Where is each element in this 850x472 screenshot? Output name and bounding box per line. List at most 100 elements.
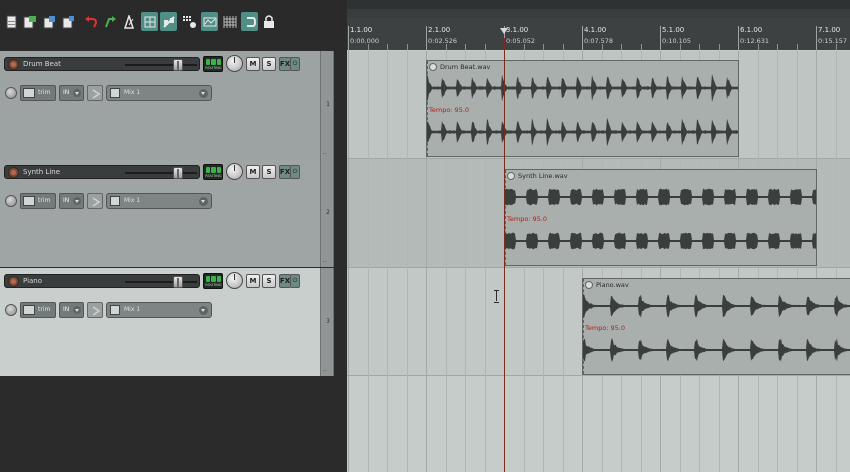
volume-fader-handle[interactable] [173, 167, 183, 179]
phase-knob[interactable] [5, 195, 17, 207]
fx-bypass-icon[interactable]: ⏻ [290, 57, 300, 71]
mute-button[interactable]: M [246, 165, 260, 179]
record-arm-button[interactable] [8, 167, 19, 178]
save-project-icon[interactable] [40, 12, 57, 31]
item-properties-icon[interactable] [429, 63, 437, 71]
waveform [427, 117, 738, 147]
arrange-view[interactable]: 1.1.00 0:00.000 2.1.00 0:02.526 3.1.00 0:05.0… [347, 0, 850, 472]
track-name-field[interactable]: Synth Line [4, 165, 200, 179]
mute-button[interactable]: M [246, 57, 260, 71]
volume-fader-track[interactable] [125, 172, 197, 174]
record-arm-button[interactable] [8, 276, 19, 287]
new-project-icon[interactable] [3, 12, 20, 31]
media-item[interactable]: Synth Line.wav Tempo: 95.0 [504, 169, 817, 266]
ruler-top-bar [347, 0, 850, 9]
undo-icon[interactable] [82, 12, 99, 31]
media-item[interactable]: Piano.wav Tempo: 95.0 [582, 278, 850, 375]
envelope-icon[interactable] [201, 12, 218, 31]
envelope-icon [23, 196, 35, 206]
chevron-down-icon[interactable] [73, 89, 81, 97]
track-panel[interactable]: Synth Line ROUTING M S FX ⏻ trim IN Mix … [0, 159, 347, 267]
chevron-down-icon[interactable] [199, 89, 208, 98]
track-panel[interactable]: Piano ROUTING M S FX ⏻ trim IN Mix 1 3 ⌐ [0, 268, 347, 376]
volume-fader-handle[interactable] [173, 59, 183, 71]
time-label: 0:05.052 [506, 37, 536, 45]
playhead-marker[interactable] [500, 28, 508, 34]
tcp-empty-area[interactable] [0, 376, 347, 472]
open-project-icon[interactable] [21, 12, 38, 31]
waveform [505, 232, 816, 250]
chevron-down-icon[interactable] [73, 306, 81, 314]
empty-arrange-area[interactable] [347, 376, 850, 472]
record-monitor-button[interactable] [87, 85, 103, 101]
bar-tick [426, 26, 427, 50]
input-monitor-button[interactable]: IN [59, 302, 84, 318]
track-panel[interactable]: Drum Beat ROUTING M S FX ⏻ trim IN Mix 1… [0, 51, 347, 159]
media-item[interactable]: Drum Beat.wav Tempo: 95.0 [426, 60, 739, 157]
region-marker-strip[interactable] [347, 9, 850, 18]
chevron-down-icon[interactable] [73, 197, 81, 205]
track-number-strip[interactable]: 1 ⌐ [320, 51, 334, 159]
resize-handle-icon[interactable]: ⌐ [323, 368, 327, 374]
record-monitor-button[interactable] [87, 302, 103, 318]
arrow-right-icon [92, 89, 101, 99]
time-label: 0:07.578 [584, 37, 614, 45]
resize-handle-icon[interactable]: ⌐ [323, 259, 327, 265]
track-name-field[interactable]: Piano [4, 274, 200, 288]
solo-button[interactable]: S [262, 165, 276, 179]
routing-button[interactable]: ROUTING [203, 273, 223, 289]
routing-button[interactable]: ROUTING [203, 164, 223, 180]
project-settings-icon[interactable] [59, 12, 76, 31]
fx-bypass-icon[interactable]: ⏻ [290, 274, 300, 288]
grid-snap-icon[interactable] [141, 12, 158, 31]
playhead-line[interactable] [504, 38, 505, 472]
grid-icon[interactable] [221, 12, 238, 31]
item-properties-icon[interactable] [585, 281, 593, 289]
trim-envelope-button[interactable]: trim [20, 85, 56, 101]
chevron-down-icon[interactable] [199, 306, 208, 315]
trim-envelope-button[interactable]: trim [20, 302, 56, 318]
metronome-icon[interactable] [120, 12, 137, 31]
record-arm-button[interactable] [8, 59, 19, 70]
lane-separator [347, 375, 850, 376]
routing-label: ROUTING [205, 174, 222, 178]
routing-matrix-icon[interactable] [181, 12, 198, 31]
phase-knob[interactable] [5, 87, 17, 99]
pan-knob[interactable] [226, 55, 243, 72]
routing-button[interactable]: ROUTING [203, 56, 223, 72]
resize-handle-icon[interactable]: ⌐ [323, 151, 327, 157]
volume-fader-handle[interactable] [173, 276, 183, 288]
record-monitor-button[interactable] [87, 193, 103, 209]
track-number-strip[interactable]: 3 ⌐ [320, 268, 334, 376]
bar-tick [660, 26, 661, 50]
lane-separator [347, 158, 850, 159]
input-select-dropdown[interactable]: Mix 1 [106, 85, 212, 101]
volume-fader-track[interactable] [125, 64, 197, 66]
pan-knob[interactable] [226, 272, 243, 289]
solo-button[interactable]: S [262, 57, 276, 71]
mute-button[interactable]: M [246, 274, 260, 288]
input-select-dropdown[interactable]: Mix 1 [106, 193, 212, 209]
fx-bypass-icon[interactable]: ⏻ [290, 165, 300, 179]
media-item-name: Synth Line.wav [518, 172, 568, 180]
input-select-dropdown[interactable]: Mix 1 [106, 302, 212, 318]
track-number-strip[interactable]: 2 ⌐ [320, 159, 334, 267]
routing-label: ROUTING [205, 66, 222, 70]
loop-icon[interactable] [241, 12, 258, 31]
chevron-down-icon[interactable] [199, 197, 208, 206]
lock-icon[interactable] [260, 12, 277, 31]
input-monitor-button[interactable]: IN [59, 85, 84, 101]
timeline-ruler[interactable]: 1.1.00 0:00.000 2.1.00 0:02.526 3.1.00 0:05.0… [347, 18, 850, 50]
volume-fader-track[interactable] [125, 281, 197, 283]
waveform [583, 293, 850, 319]
trim-label: trim [38, 197, 51, 204]
phase-knob[interactable] [5, 304, 17, 316]
redo-icon[interactable] [101, 12, 118, 31]
track-name-field[interactable]: Drum Beat [4, 57, 200, 71]
pan-knob[interactable] [226, 163, 243, 180]
trim-envelope-button[interactable]: trim [20, 193, 56, 209]
item-properties-icon[interactable] [507, 172, 515, 180]
solo-button[interactable]: S [262, 274, 276, 288]
ripple-edit-icon[interactable] [160, 12, 177, 31]
input-monitor-button[interactable]: IN [59, 193, 84, 209]
